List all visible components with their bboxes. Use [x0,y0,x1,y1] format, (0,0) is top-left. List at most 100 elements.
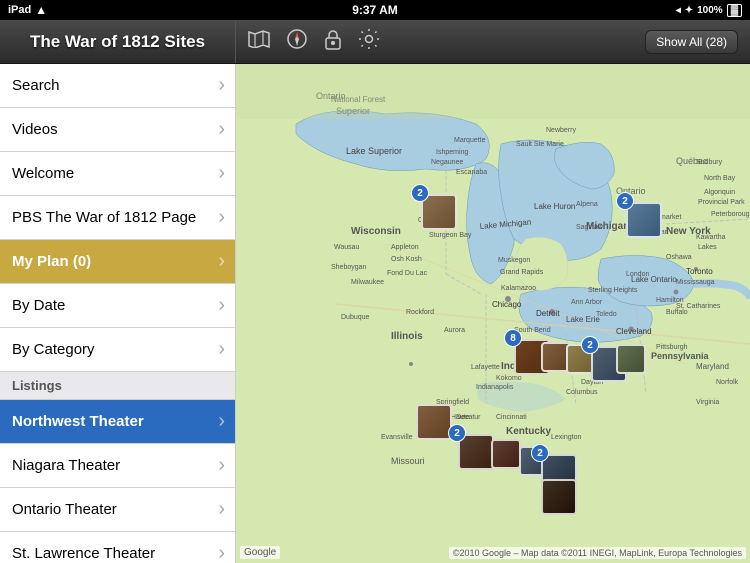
svg-text:London: London [626,271,649,278]
toolbar-icons [248,28,380,56]
location-icon: ◂ [676,5,681,16]
svg-text:Sturgeon Bay: Sturgeon Bay [429,232,472,239]
battery-label: 100% [697,5,723,16]
sidebar-label-niagara: Niagara Theater [12,457,120,474]
map-pin-badge-12: 2 [531,444,549,462]
sidebar-item-search[interactable]: Search [0,64,235,108]
map-icon[interactable] [248,30,270,54]
map-background: Lake Superior Lake Michigan Lake Huron L… [236,64,750,563]
svg-text:Milwaukee: Milwaukee [351,279,384,286]
map-pin-badge-3: 8 [504,329,522,347]
svg-text:Toledo: Toledo [596,311,617,318]
svg-text:Sault Ste Marie: Sault Ste Marie [516,141,564,148]
svg-text:Illinois: Illinois [391,331,423,342]
svg-text:Alpena: Alpena [576,201,598,208]
map-pin-7[interactable] [616,344,646,374]
svg-text:Wausau: Wausau [334,244,360,251]
svg-text:St. Catharines: St. Catharines [676,303,721,310]
sidebar-section-listings: Listings [0,372,235,400]
svg-text:Appleton: Appleton [391,244,419,251]
show-all-button[interactable]: Show All (28) [645,30,738,54]
map-pin-2[interactable] [626,202,662,238]
svg-text:Negaunee: Negaunee [431,159,463,166]
sidebar-item-welcome[interactable]: Welcome [0,152,235,196]
svg-text:Provincial Park: Provincial Park [698,199,745,206]
svg-text:Saginaw: Saginaw [576,224,604,231]
app-title: The War of 1812 Sites [0,20,236,63]
sidebar-label-search: Search [12,77,60,94]
map-pin-10[interactable] [491,439,521,469]
svg-text:Grand Rapids: Grand Rapids [500,269,544,276]
svg-text:Oshawa: Oshawa [666,254,692,261]
status-left: iPad ▲ [8,3,47,17]
sidebar-label-videos: Videos [12,121,58,138]
svg-text:Algonquin: Algonquin [704,189,735,196]
body-container: Search Videos Welcome PBS The War of 181… [0,64,750,563]
carrier-label: iPad [8,4,31,16]
sidebar-item-myplan[interactable]: My Plan (0) [0,240,235,284]
lock-icon[interactable] [324,28,342,56]
settings-icon[interactable] [358,28,380,56]
map-pin-badge-2: 2 [616,192,634,210]
sidebar-item-ontario[interactable]: Ontario Theater [0,488,235,532]
map-pin-13[interactable] [541,479,577,515]
svg-text:Norfolk: Norfolk [716,379,739,386]
svg-text:Pittsburgh: Pittsburgh [656,344,688,351]
svg-text:Indianapolis: Indianapolis [476,384,514,391]
svg-text:Mississauga: Mississauga [676,279,715,286]
time-display: 9:37 AM [352,3,398,17]
google-label: Google [244,547,276,558]
google-watermark: Google [240,546,280,559]
svg-text:Lake Superior: Lake Superior [346,146,402,156]
status-right: ◂ ✦ 100% ▓ [676,4,742,17]
map-pin-badge-1: 2 [411,184,429,202]
map-pin-8[interactable] [416,404,452,440]
sidebar-section-label: Listings [12,378,62,393]
svg-text:Virginia: Virginia [696,399,719,406]
svg-text:Lake Huron: Lake Huron [534,202,575,211]
sidebar-label-ontario: Ontario Theater [12,501,117,518]
svg-text:Escanaba: Escanaba [456,169,487,176]
svg-text:Marquette: Marquette [454,137,486,144]
svg-text:Aurora: Aurora [444,327,465,334]
sidebar-label-bycategory: By Category [12,341,95,358]
sidebar-item-northwest[interactable]: Northwest Theater [0,400,235,444]
svg-text:Kalamazoo: Kalamazoo [501,285,536,292]
svg-text:Lafayette: Lafayette [471,364,500,371]
svg-text:Lakes: Lakes [698,244,717,251]
sidebar-item-bycategory[interactable]: By Category [0,328,235,372]
svg-text:Kokomo: Kokomo [496,375,522,382]
map-pin-9[interactable] [458,434,494,470]
svg-text:Sudbury: Sudbury [696,159,723,166]
svg-text:Fond Du Lac: Fond Du Lac [387,270,428,277]
header-toolbar: Show All (28) [236,28,750,56]
sidebar-item-niagara[interactable]: Niagara Theater [0,444,235,488]
svg-text:Ann Arbor: Ann Arbor [571,299,603,306]
map-pin-1[interactable] [421,194,457,230]
svg-text:Muskegon: Muskegon [498,257,530,264]
svg-text:North Bay: North Bay [704,175,736,182]
svg-text:Evansville: Evansville [381,434,413,441]
svg-text:Rockford: Rockford [406,309,434,316]
map-container[interactable]: Lake Superior Lake Michigan Lake Huron L… [236,64,750,563]
svg-text:Kawartha: Kawartha [696,234,726,241]
sidebar-item-videos[interactable]: Videos [0,108,235,152]
sidebar-label-northwest: Northwest Theater [12,413,144,430]
svg-text:Wisconsin: Wisconsin [351,226,401,237]
app-header: The War of 1812 Sites [0,20,750,64]
sidebar-item-stlawrence[interactable]: St. Lawrence Theater [0,532,235,563]
svg-text:Detroit: Detroit [536,309,560,318]
sidebar-item-pbs[interactable]: PBS The War of 1812 Page [0,196,235,240]
svg-text:Pennsylvania: Pennsylvania [651,351,710,361]
sidebar-label-myplan: My Plan (0) [12,253,91,270]
sidebar-item-bydate[interactable]: By Date [0,284,235,328]
svg-text:Osh Kosh: Osh Kosh [391,256,422,263]
svg-text:Missouri: Missouri [391,456,425,466]
sidebar-label-stlawrence: St. Lawrence Theater [12,545,155,562]
svg-text:Kentucky: Kentucky [506,426,551,437]
svg-text:Chicago: Chicago [492,300,522,309]
svg-text:Newberry: Newberry [546,127,576,134]
svg-text:Columbus: Columbus [566,389,598,396]
compass-icon[interactable] [286,28,308,56]
svg-text:Maryland: Maryland [696,362,729,371]
